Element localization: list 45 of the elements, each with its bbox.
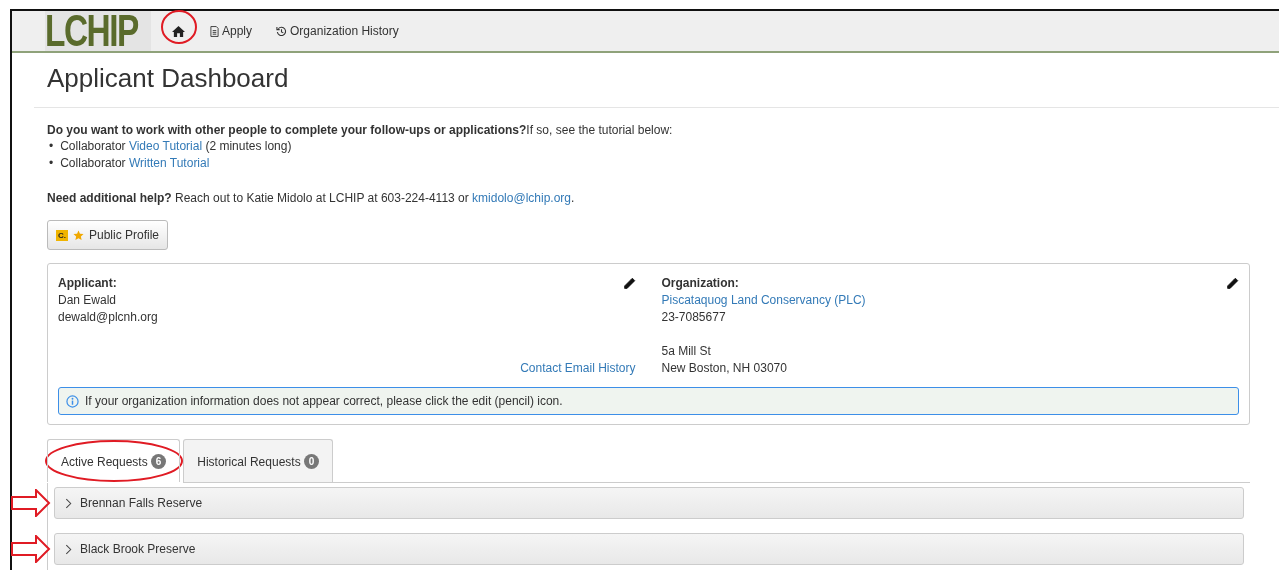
- email-link[interactable]: kmidolo@lchip.org: [472, 191, 571, 205]
- help-text: Need additional help? Reach out to Katie Midolo at LCHIP at 603-224-4113 or kmidolo@lchip.org.: [47, 190, 576, 206]
- tab[interactable]: Active Requests 6: [47, 439, 181, 482]
- alert-text: If your organization information does not appear correct, please click the edit (pencil) icon.: [85, 394, 563, 408]
- applicant-label: Applicant:: [58, 275, 117, 292]
- nav-link[interactable]: Organization History: [276, 24, 399, 38]
- request-title: Black Brook Preserve: [80, 542, 196, 556]
- organization-city: New Boston, NH 03070: [661, 360, 787, 377]
- pencil-icon[interactable]: [1226, 277, 1239, 290]
- applicant-name: Dan Ewald: [58, 292, 117, 309]
- organization-link[interactable]: Piscataquog Land Conservancy (PLC): [661, 292, 866, 309]
- request-panel[interactable]: Black Brook Preserve: [54, 533, 1244, 565]
- star-icon: [73, 229, 84, 241]
- count-badge: 6: [150, 454, 167, 469]
- tutorial-item: Collaborator Written Tutorial: [60, 155, 210, 172]
- bullet: •: [49, 155, 54, 172]
- tutorial-link[interactable]: Video Tutorial: [128, 139, 203, 153]
- intro-text: Do you want to work with other people to complete your follow-ups or applications?If so, see the tutorial below:: [47, 122, 674, 138]
- count-badge: 0: [303, 454, 320, 469]
- history-icon: [276, 25, 288, 37]
- home-link[interactable]: [171, 24, 186, 38]
- nav-link[interactable]: Apply: [210, 24, 253, 38]
- public-profile-button[interactable]: C. Public Profile: [47, 220, 169, 250]
- home-icon: [171, 24, 186, 38]
- chevron-right-icon: [65, 543, 72, 555]
- organization-label: Organization:: [661, 275, 739, 292]
- highlight-ellipse: [160, 8, 198, 45]
- pointer-arrow: [11, 535, 51, 563]
- organization-ein: 23-7085677: [661, 309, 726, 326]
- info-icon: [66, 394, 79, 408]
- tutorial-item: Collaborator Video Tutorial (2 minutes long): [60, 138, 292, 155]
- contact-history-link[interactable]: Contact Email History: [520, 360, 636, 377]
- page-title: Applicant Dashboard: [47, 63, 290, 93]
- request-title: Brennan Falls Reserve: [80, 496, 203, 510]
- applicant-email: dewald@plcnh.org: [58, 309, 158, 326]
- pointer-arrow: [11, 489, 51, 517]
- bullet: •: [49, 138, 54, 155]
- chevron-right-icon: [65, 497, 72, 509]
- request-panel[interactable]: Brennan Falls Reserve: [54, 487, 1244, 519]
- document-icon: [210, 25, 219, 37]
- profile-badge: C.: [56, 229, 68, 241]
- tutorial-link[interactable]: Written Tutorial: [128, 156, 210, 170]
- tab[interactable]: Historical Requests 0: [183, 439, 334, 482]
- pencil-icon[interactable]: [622, 277, 636, 290]
- organization-street: 5a Mill St: [661, 343, 711, 360]
